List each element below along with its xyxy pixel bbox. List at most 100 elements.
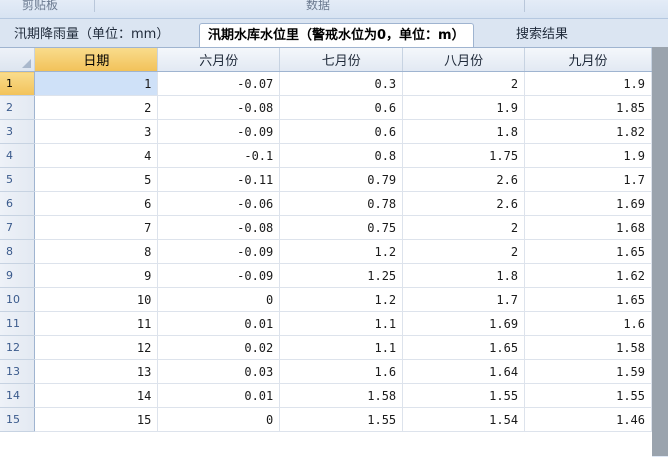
table-cell[interactable]: 11	[34, 311, 159, 336]
tab-rainfall[interactable]: 汛期降雨量（单位：mm）	[6, 23, 177, 47]
table-cell[interactable]: 1.55	[279, 407, 404, 432]
row-header[interactable]: 3	[0, 119, 36, 144]
table-cell[interactable]: 1.85	[524, 95, 652, 120]
spreadsheet-grid[interactable]: 日期 六月份 七月份 八月份 九月份 1 1 -0.07 0.3 2 1.9 2 2 -0.08…	[0, 47, 652, 457]
table-cell[interactable]: 7	[34, 215, 159, 240]
table-cell[interactable]: 0.3	[279, 71, 404, 96]
table-cell[interactable]: 8	[34, 239, 159, 264]
table-cell[interactable]: 1.54	[402, 407, 526, 432]
row-header[interactable]: 14	[0, 383, 36, 408]
table-cell[interactable]: 1.75	[402, 143, 526, 168]
table-cell[interactable]: 2.6	[402, 167, 526, 192]
active-cell[interactable]: 1	[34, 71, 159, 96]
row-header[interactable]: 12	[0, 335, 36, 360]
table-cell[interactable]: 0	[157, 407, 281, 432]
table-cell[interactable]: 13	[34, 359, 159, 384]
table-cell[interactable]: 0.01	[157, 383, 281, 408]
table-cell[interactable]: -0.09	[157, 239, 281, 264]
table-cell[interactable]: -0.07	[157, 71, 281, 96]
table-cell[interactable]: 1.58	[279, 383, 404, 408]
table-cell[interactable]: 1.55	[524, 383, 652, 408]
table-cell[interactable]: 15	[34, 407, 159, 432]
table-cell[interactable]: 6	[34, 191, 159, 216]
table-cell[interactable]: 0.03	[157, 359, 281, 384]
table-cell[interactable]: 0.78	[279, 191, 404, 216]
table-cell[interactable]: -0.09	[157, 119, 281, 144]
row-header[interactable]: 4	[0, 143, 36, 168]
table-cell[interactable]: 1.8	[402, 119, 526, 144]
row-header[interactable]: 2	[0, 95, 36, 120]
vertical-scrollbar[interactable]	[652, 47, 668, 456]
table-cell[interactable]: 1.59	[524, 359, 652, 384]
table-cell[interactable]: 1.46	[524, 407, 652, 432]
table-cell[interactable]: 2	[34, 95, 159, 120]
table-cell[interactable]: -0.06	[157, 191, 281, 216]
table-cell[interactable]: 1.64	[402, 359, 526, 384]
table-cell[interactable]: 2.6	[402, 191, 526, 216]
table-cell[interactable]: 2	[402, 215, 526, 240]
table-cell[interactable]: 0.02	[157, 335, 281, 360]
row-header[interactable]: 7	[0, 215, 36, 240]
table-cell[interactable]: 5	[34, 167, 159, 192]
table-cell[interactable]: 0.79	[279, 167, 404, 192]
row-header[interactable]: 10	[0, 287, 36, 312]
table-cell[interactable]: 1.68	[524, 215, 652, 240]
column-header-august[interactable]: 八月份	[402, 48, 526, 72]
table-cell[interactable]: 1.8	[402, 263, 526, 288]
row-header[interactable]: 13	[0, 359, 36, 384]
table-cell[interactable]: 1.9	[402, 95, 526, 120]
table-cell[interactable]: 0.01	[157, 311, 281, 336]
table-cell[interactable]: -0.08	[157, 95, 281, 120]
table-cell[interactable]: 1.7	[402, 287, 526, 312]
table-cell[interactable]: 1.1	[279, 311, 404, 336]
table-cell[interactable]: 3	[34, 119, 159, 144]
tab-reservoir-level[interactable]: 汛期水库水位里（警戒水位为0，单位：m）	[199, 23, 474, 48]
table-cell[interactable]: 0	[157, 287, 281, 312]
row-header[interactable]: 1	[0, 71, 36, 96]
table-cell[interactable]: 1.7	[524, 167, 652, 192]
row-header[interactable]: 15	[0, 407, 36, 432]
row-header[interactable]: 9	[0, 263, 36, 288]
table-cell[interactable]: -0.09	[157, 263, 281, 288]
table-cell[interactable]: 2	[402, 71, 526, 96]
row-header[interactable]: 6	[0, 191, 36, 216]
table-cell[interactable]: 1.25	[279, 263, 404, 288]
table-cell[interactable]: 1.2	[279, 239, 404, 264]
table-cell[interactable]: 1.6	[524, 311, 652, 336]
row-header[interactable]: 5	[0, 167, 36, 192]
column-header-june[interactable]: 六月份	[157, 48, 281, 72]
table-cell[interactable]: -0.1	[157, 143, 281, 168]
table-cell[interactable]: 1.9	[524, 71, 652, 96]
table-cell[interactable]: 1.65	[524, 287, 652, 312]
table-cell[interactable]: 1.2	[279, 287, 404, 312]
column-header-date[interactable]: 日期	[34, 48, 159, 72]
table-cell[interactable]: 1.82	[524, 119, 652, 144]
row-header[interactable]: 8	[0, 239, 36, 264]
table-cell[interactable]: 0.75	[279, 215, 404, 240]
column-header-september[interactable]: 九月份	[524, 48, 652, 72]
table-cell[interactable]: -0.11	[157, 167, 281, 192]
table-cell[interactable]: 1.58	[524, 335, 652, 360]
table-cell[interactable]: 1.9	[524, 143, 652, 168]
table-cell[interactable]: 1.69	[524, 191, 652, 216]
table-cell[interactable]: 4	[34, 143, 159, 168]
table-cell[interactable]: 0.6	[279, 95, 404, 120]
tab-search-results[interactable]: 搜索结果	[508, 23, 576, 47]
table-cell[interactable]: 0.8	[279, 143, 404, 168]
table-cell[interactable]: 1.1	[279, 335, 404, 360]
table-cell[interactable]: 10	[34, 287, 159, 312]
table-cell[interactable]: 1.65	[524, 239, 652, 264]
table-cell[interactable]: 14	[34, 383, 159, 408]
table-cell[interactable]: 1.65	[402, 335, 526, 360]
table-cell[interactable]: 2	[402, 239, 526, 264]
select-all-corner[interactable]	[0, 48, 36, 72]
table-cell[interactable]: 1.62	[524, 263, 652, 288]
table-cell[interactable]: 1.6	[279, 359, 404, 384]
table-cell[interactable]: 9	[34, 263, 159, 288]
table-cell[interactable]: 12	[34, 335, 159, 360]
table-cell[interactable]: -0.08	[157, 215, 281, 240]
column-header-july[interactable]: 七月份	[279, 48, 404, 72]
row-header[interactable]: 11	[0, 311, 36, 336]
table-cell[interactable]: 0.6	[279, 119, 404, 144]
table-cell[interactable]: 1.55	[402, 383, 526, 408]
